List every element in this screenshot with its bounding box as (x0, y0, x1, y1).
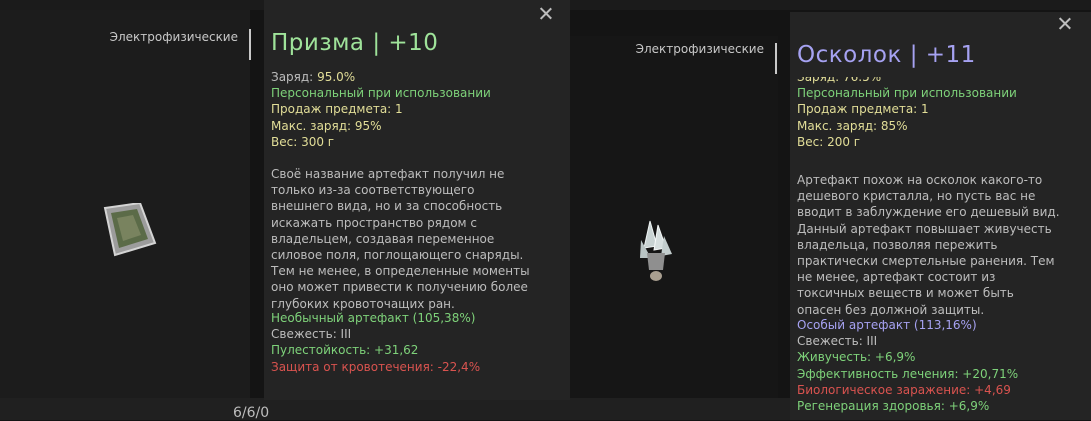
category-divider (775, 43, 777, 74)
bleeding-protection-text: Защита от кровотечения: -22,4% (271, 359, 481, 374)
charge-row: Заряд: 95.0% (271, 69, 491, 85)
category-divider (249, 29, 251, 60)
max-charge-text: Макс. заряд: 85% (797, 118, 908, 133)
max-charge-text: Макс. заряд: 95% (271, 118, 382, 133)
item-category-label: Электрофизические (109, 30, 238, 44)
prism-artifact-icon[interactable] (95, 203, 165, 258)
weight-text: Вес: 300 г (271, 134, 335, 149)
freshness-text: Свежесть: III (271, 327, 352, 342)
shard-artifact-icon[interactable] (637, 218, 675, 283)
slot-counter: 6/6/0 (233, 405, 270, 421)
freshness-text: Свежесть: III (797, 334, 878, 349)
charge-value: 95.0% (317, 70, 356, 84)
item-properties: Необычный артефакт (105,38%) Свежесть: I… (271, 310, 480, 375)
charge-text: Заряд: 76.5% (797, 77, 882, 84)
rarity-text: Особый артефакт (113,16%) (797, 318, 977, 332)
bullet-resistance-text: Пулестойкость: +31,62 (271, 343, 419, 358)
bio-contamination-text: Биологическое заражение: +4,69 (797, 382, 1011, 397)
close-icon[interactable] (1059, 17, 1071, 29)
close-icon[interactable] (540, 7, 552, 19)
item-description: Своё название артефакт получил не только… (271, 167, 530, 311)
item-stats: Заряд: 76.5% Персональный при использова… (797, 77, 1017, 161)
rarity-text: Необычный артефакт (105,38%) (271, 311, 476, 325)
vitality-text: Живучесть: +6,9% (797, 350, 916, 365)
item-stats: Заряд: 95.0% Персональный при использова… (271, 69, 491, 150)
sale-count-text: Продаж предмета: 1 (797, 102, 929, 117)
item-category-label: Электрофизические (635, 42, 764, 56)
charge-label: Заряд: (271, 70, 314, 84)
item-properties: Особый артефакт (113,16%) Свежесть: III … (797, 317, 1018, 414)
health-regeneration-text: Регенерация здоровья: +6,9% (797, 399, 990, 414)
personal-use-text: Персональный при использовании (797, 86, 1017, 101)
personal-use-text: Персональный при использовании (271, 86, 491, 101)
sale-count-text: Продаж предмета: 1 (271, 102, 403, 117)
healing-efficiency-text: Эффективность лечения: +20,71% (797, 366, 1019, 381)
item-description: Артефакт похож на осколок какого-то деше… (797, 173, 1060, 317)
item-title: Осколок | +11 (797, 42, 976, 68)
item-title: Призма | +10 (271, 30, 439, 56)
weight-text: Вес: 200 г (797, 134, 861, 149)
